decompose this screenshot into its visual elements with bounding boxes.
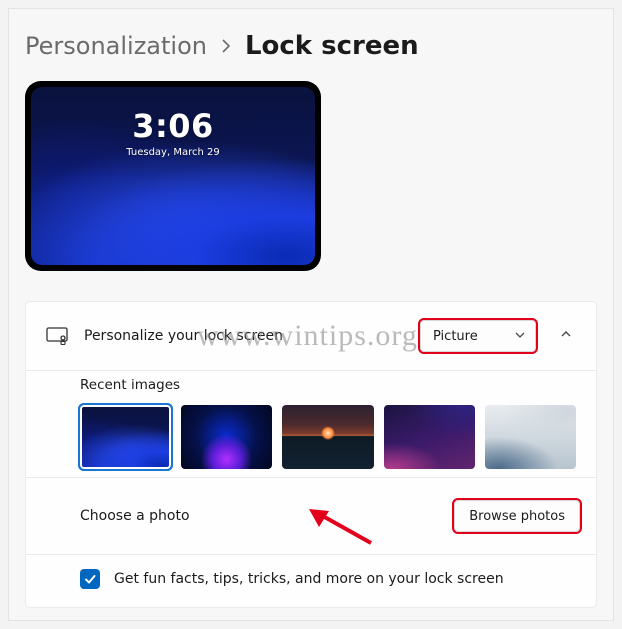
choose-photo-label: Choose a photo [80, 508, 438, 524]
chevron-right-icon [221, 39, 231, 53]
expand-toggle[interactable] [552, 327, 580, 345]
recent-images-section: Recent images [26, 371, 596, 477]
personalize-lockscreen-card: Personalize your lock screen Picture Rec… [25, 301, 597, 608]
chevron-down-icon [514, 329, 526, 345]
lockscreen-preview: 3:06 Tuesday, March 29 [25, 81, 321, 271]
recent-image-3[interactable] [282, 405, 373, 469]
recent-image-4[interactable] [384, 405, 475, 469]
funfacts-row: Get fun facts, tips, tricks, and more on… [26, 554, 596, 607]
funfacts-label: Get fun facts, tips, tricks, and more on… [114, 571, 504, 587]
personalize-lockscreen-row[interactable]: Personalize your lock screen Picture [26, 302, 596, 371]
recent-images-label: Recent images [80, 377, 576, 393]
breadcrumb-current: Lock screen [245, 31, 419, 61]
preview-time: 3:06 [132, 107, 214, 145]
breadcrumb-separator [221, 34, 231, 58]
chevron-up-icon [559, 327, 573, 341]
breadcrumb: Personalization Lock screen [25, 31, 597, 61]
preview-date: Tuesday, March 29 [126, 147, 219, 158]
browse-photos-button[interactable]: Browse photos [454, 500, 580, 532]
recent-image-2[interactable] [181, 405, 272, 469]
recent-image-5[interactable] [485, 405, 576, 469]
lockscreen-icon [46, 325, 68, 347]
lockscreen-preview-image: 3:06 Tuesday, March 29 [31, 87, 315, 265]
check-icon [83, 572, 97, 586]
recent-images-thumbs [80, 405, 576, 469]
lockscreen-mode-value: Picture [433, 329, 478, 344]
choose-photo-row: Choose a photo Browse photos [26, 477, 596, 554]
personalize-lockscreen-label: Personalize your lock screen [84, 328, 404, 344]
browse-photos-label: Browse photos [469, 509, 565, 524]
recent-image-1[interactable] [80, 405, 171, 469]
lockscreen-mode-select[interactable]: Picture [420, 320, 536, 352]
funfacts-checkbox[interactable] [80, 569, 100, 589]
settings-page: Personalization Lock screen 3:06 Tuesday… [8, 8, 614, 621]
breadcrumb-parent[interactable]: Personalization [25, 32, 207, 60]
